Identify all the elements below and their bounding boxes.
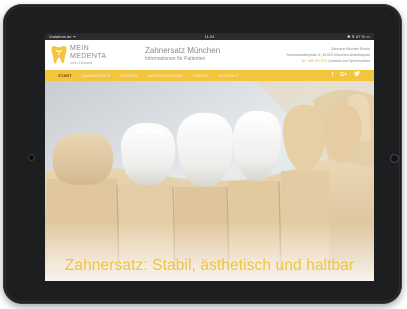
twitter-icon[interactable]: [354, 70, 360, 81]
contact-block: Zahnarzt Michael Riedel Rosenkavalierpla…: [287, 46, 370, 64]
contact-line: Tel: 089 917070 | Anfahrt und Sprechzeit…: [301, 59, 370, 63]
brand-logo[interactable]: MEIN MEDENTA mein Zahnarzt: [51, 44, 121, 68]
directions-link[interactable]: Anfahrt und Sprechzeiten: [329, 59, 370, 63]
google-plus-icon[interactable]: G+: [340, 70, 347, 81]
nav-menu: START ZAHNERSATZ KOSTEN RATENZAHLUNG PRA…: [58, 70, 239, 81]
nav-item-kontakt[interactable]: KONTAKT: [219, 70, 239, 81]
hero-dental-image: [45, 81, 374, 281]
nav-item-praxis[interactable]: PRAXIS: [193, 70, 209, 81]
contact-phone-link[interactable]: Tel: 089 917070: [301, 59, 327, 63]
tablet-screen: Vodafone.de ᯤ 11:24 ✱ ↯ 67 % ▭ MEIN MEDE…: [45, 33, 374, 281]
social-links: f G+: [332, 70, 360, 81]
front-camera: [28, 154, 35, 161]
brand-tagline: mein Zahnarzt: [70, 61, 93, 65]
brand-name-line2: MEDENTA: [70, 53, 107, 60]
hero-heading: Zahnersatz: Stabil, ästhetisch und haltb…: [64, 257, 355, 274]
nav-item-ratenzahlung[interactable]: RATENZAHLUNG: [148, 70, 183, 81]
facebook-icon[interactable]: f: [332, 70, 334, 81]
status-bar: Vodafone.de ᯤ 11:24 ✱ ↯ 67 % ▭: [45, 33, 374, 40]
nav-item-zahnersatz[interactable]: ZAHNERSATZ: [82, 70, 110, 81]
nav-item-kosten[interactable]: KOSTEN: [120, 70, 138, 81]
page-title: Zahnersatz München: [145, 46, 221, 55]
hero-banner: Zahnersatz: Stabil, ästhetisch und haltb…: [45, 81, 374, 281]
status-time: 11:24: [204, 34, 215, 39]
nav-item-start[interactable]: START: [58, 70, 72, 81]
site-header: MEIN MEDENTA mein Zahnarzt Zahnersatz Mü…: [45, 40, 374, 70]
tooth-logo-icon: [51, 46, 67, 64]
main-navigation: START ZAHNERSATZ KOSTEN RATENZAHLUNG PRA…: [45, 70, 374, 81]
home-button[interactable]: [390, 154, 399, 163]
brand-name-line1: MEIN: [70, 45, 90, 52]
page-subtitle: Informationen für Patienten: [145, 56, 206, 62]
battery-indicator: ✱ ↯ 67 % ▭: [347, 34, 370, 39]
